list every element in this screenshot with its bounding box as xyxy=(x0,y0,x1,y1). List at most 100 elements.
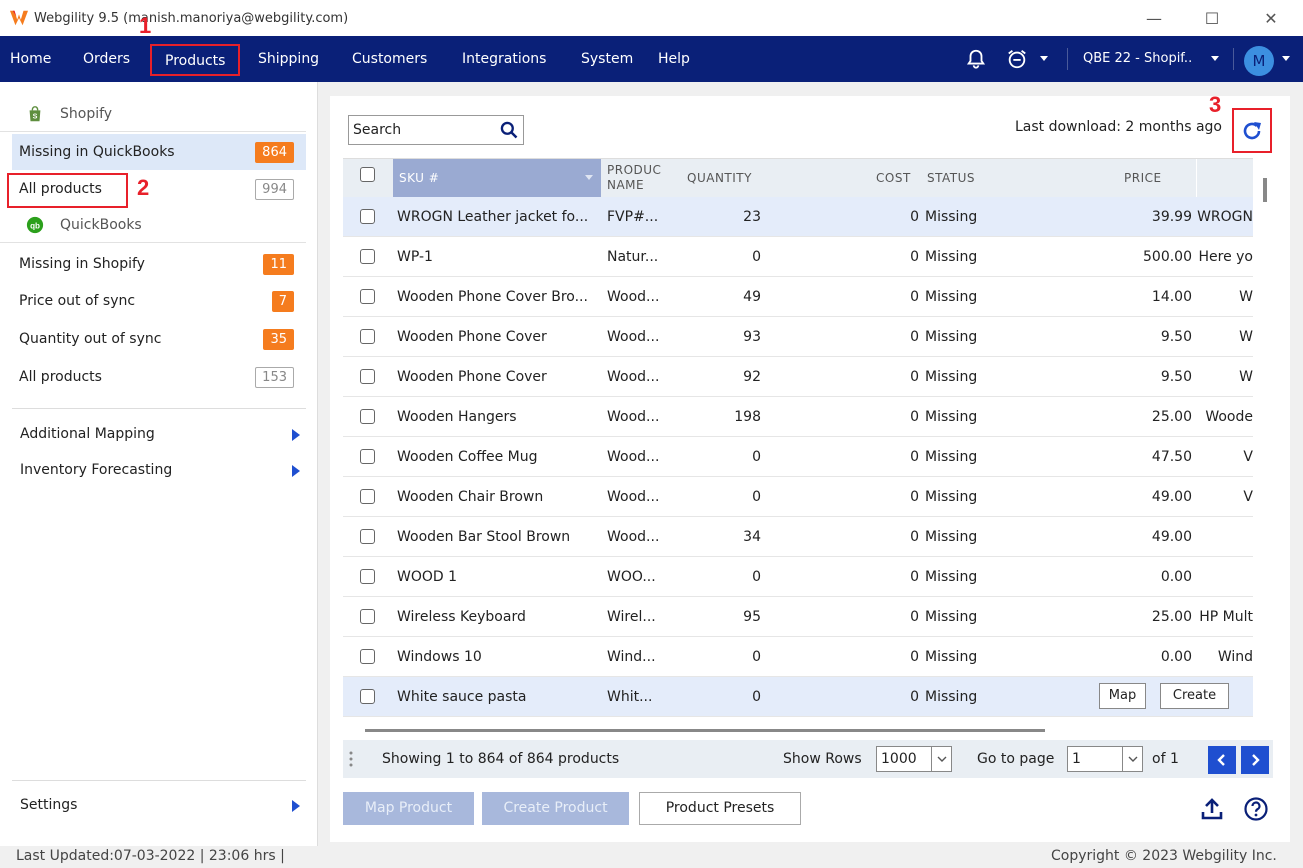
nav-help[interactable]: Help xyxy=(658,36,690,82)
sort-caret-icon xyxy=(585,175,593,180)
nav-products[interactable]: Products xyxy=(150,44,241,76)
sidebar-link-additional-mapping[interactable]: Additional Mapping xyxy=(20,419,300,449)
table-row[interactable]: Wooden Phone Cover Wood... 92 0 Missing 9.50 W xyxy=(343,357,1253,397)
create-product-button[interactable]: Create Product xyxy=(482,792,629,825)
column-header-status[interactable]: STATUS xyxy=(927,159,975,197)
nav-integrations[interactable]: Integrations xyxy=(462,36,546,82)
table-row[interactable]: Wireless Keyboard Wirel... 95 0 Missing 25.00… xyxy=(343,597,1253,637)
bell-icon[interactable] xyxy=(965,48,987,70)
row-checkbox[interactable] xyxy=(360,249,375,264)
row-checkbox[interactable] xyxy=(360,289,375,304)
profile-dropdown-caret-icon[interactable] xyxy=(1211,56,1219,61)
profile-selector[interactable]: QBE 22 - Shopif.. xyxy=(1083,36,1192,82)
row-checkbox[interactable] xyxy=(360,409,375,424)
product-presets-button[interactable]: Product Presets xyxy=(639,792,801,825)
nav-customers[interactable]: Customers xyxy=(352,36,427,82)
maximize-button[interactable]: ☐ xyxy=(1183,0,1241,36)
sidebar-link-inventory-forecasting[interactable]: Inventory Forecasting xyxy=(20,455,300,485)
close-button[interactable]: ✕ xyxy=(1242,0,1300,36)
upload-icon[interactable] xyxy=(1199,796,1225,822)
sidebar-item-label: All products xyxy=(19,369,102,385)
create-row-button[interactable]: Create xyxy=(1160,683,1229,709)
nav-orders[interactable]: Orders xyxy=(83,36,130,82)
help-icon[interactable] xyxy=(1243,796,1269,822)
row-checkbox[interactable] xyxy=(360,329,375,344)
row-checkbox[interactable] xyxy=(360,529,375,544)
alarm-clock-icon[interactable] xyxy=(1006,48,1028,70)
column-header-sku[interactable]: SKU # xyxy=(393,159,601,197)
search-input[interactable] xyxy=(353,121,493,139)
drag-handle-icon[interactable] xyxy=(347,750,355,768)
row-checkbox[interactable] xyxy=(360,609,375,624)
row-checkbox[interactable] xyxy=(360,449,375,464)
table-row[interactable]: White sauce pasta Whit... 0 0 Missing Map Crea… xyxy=(343,677,1253,717)
row-checkbox[interactable] xyxy=(360,209,375,224)
cell-quantity: 95 xyxy=(743,609,761,625)
cell-price: 25.00 xyxy=(1151,609,1192,625)
go-to-page-select[interactable]: 1 xyxy=(1067,746,1143,772)
table-row[interactable]: Wooden Coffee Mug Wood... 0 0 Missing 47.50 V xyxy=(343,437,1253,477)
nav-shipping[interactable]: Shipping xyxy=(258,36,319,82)
column-header-label: NAME xyxy=(607,178,645,192)
cell-cost: 0 xyxy=(910,649,919,665)
select-all-checkbox[interactable] xyxy=(360,167,375,182)
alarm-dropdown-caret-icon[interactable] xyxy=(1040,56,1048,61)
column-header-quantity[interactable]: QUANTITY xyxy=(687,159,752,197)
cell-price: 25.00 xyxy=(1151,409,1192,425)
cell-product-name: Wood... xyxy=(607,369,660,385)
cell-status: Missing xyxy=(925,289,978,305)
sidebar-item-quantity-out-of-sync[interactable]: Quantity out of sync 35 xyxy=(12,321,306,357)
row-checkbox[interactable] xyxy=(360,569,375,584)
cell-cost: 0 xyxy=(910,289,919,305)
sidebar-item-missing-in-quickbooks[interactable]: Missing in QuickBooks 864 xyxy=(12,134,306,170)
horizontal-scrollbar[interactable] xyxy=(343,722,1273,736)
column-header-price[interactable]: PRICE xyxy=(1124,159,1162,197)
nav-home[interactable]: Home xyxy=(10,36,51,82)
sidebar-item-missing-in-shopify[interactable]: Missing in Shopify 11 xyxy=(12,246,306,282)
nav-system[interactable]: System xyxy=(581,36,633,82)
table-row[interactable]: WOOD 1 WOO... 0 0 Missing 0.00 xyxy=(343,557,1253,597)
table-row[interactable]: WP-1 Natur... 0 0 Missing 500.00 Here yo xyxy=(343,237,1253,277)
row-checkbox[interactable] xyxy=(360,489,375,504)
sidebar-item-quickbooks-all-products[interactable]: All products 153 xyxy=(12,359,306,395)
search-box[interactable] xyxy=(348,115,524,145)
scrollbar-thumb[interactable] xyxy=(1263,178,1267,202)
table-row[interactable]: Windows 10 Wind... 0 0 Missing 0.00 Wind xyxy=(343,637,1253,677)
table-row[interactable]: Wooden Chair Brown Wood... 0 0 Missing 49.00 V xyxy=(343,477,1253,517)
cell-description xyxy=(1196,557,1253,597)
previous-page-button[interactable] xyxy=(1208,746,1236,774)
table-row[interactable]: WROGN Leather jacket fo... FVP#... 23 0 Miss… xyxy=(343,197,1253,237)
avatar[interactable]: M xyxy=(1244,46,1274,76)
refresh-icon xyxy=(1243,121,1261,139)
cell-sku: Wooden Chair Brown xyxy=(397,489,544,505)
svg-text:qb: qb xyxy=(30,221,40,230)
chevron-down-icon xyxy=(931,747,951,771)
sidebar-link-settings[interactable]: Settings xyxy=(20,790,300,820)
sidebar-item-price-out-of-sync[interactable]: Price out of sync 7 xyxy=(12,283,306,319)
scrollbar-thumb[interactable] xyxy=(365,729,1045,732)
count-badge: 864 xyxy=(255,142,294,163)
next-page-button[interactable] xyxy=(1241,746,1269,774)
table-row[interactable]: Wooden Phone Cover Bro... Wood... 49 0 Missi… xyxy=(343,277,1253,317)
table-row[interactable]: Wooden Phone Cover Wood... 93 0 Missing 9.50 W xyxy=(343,317,1253,357)
column-header-cost[interactable]: COST xyxy=(876,159,911,197)
minimize-button[interactable]: — xyxy=(1125,0,1183,36)
user-menu-caret-icon[interactable] xyxy=(1282,56,1290,61)
cell-status: Missing xyxy=(925,449,978,465)
table-row[interactable]: Wooden Hangers Wood... 198 0 Missing 25.00 Woo… xyxy=(343,397,1253,437)
map-product-button[interactable]: Map Product xyxy=(343,792,474,825)
row-checkbox[interactable] xyxy=(360,649,375,664)
search-icon[interactable] xyxy=(499,120,519,140)
cell-product-name: Wirel... xyxy=(607,609,656,625)
row-checkbox[interactable] xyxy=(360,369,375,384)
row-checkbox[interactable] xyxy=(360,689,375,704)
column-header-product-name[interactable]: PRODUC NAME xyxy=(607,159,665,197)
cell-quantity: 0 xyxy=(752,689,761,705)
map-row-button[interactable]: Map xyxy=(1099,683,1146,709)
shopify-icon: S xyxy=(29,105,41,121)
show-rows-select[interactable]: 1000 xyxy=(876,746,952,772)
refresh-button[interactable] xyxy=(1232,108,1272,153)
vertical-scrollbar[interactable] xyxy=(1258,170,1274,740)
count-badge: 11 xyxy=(263,254,294,275)
table-row[interactable]: Wooden Bar Stool Brown Wood... 34 0 Missing 4… xyxy=(343,517,1253,557)
